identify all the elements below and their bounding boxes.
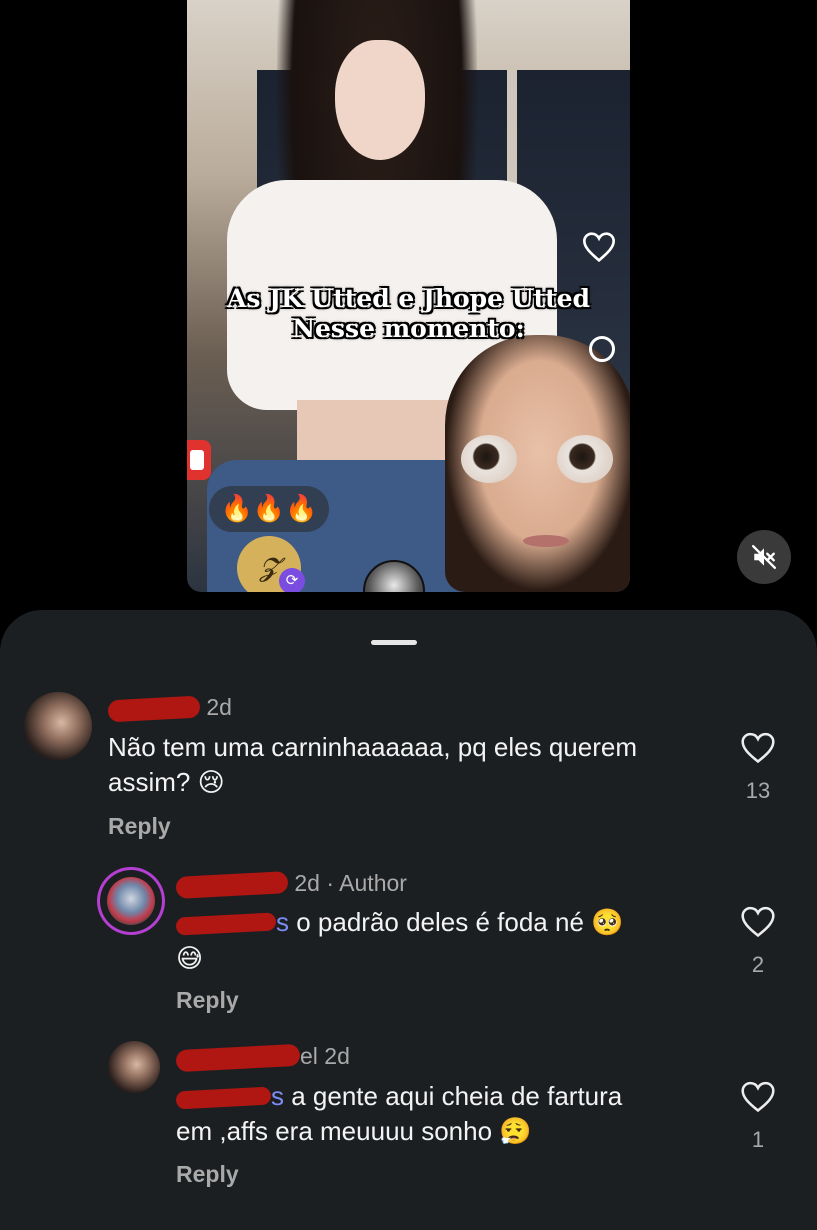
redacted-username (175, 1043, 301, 1073)
heart-icon[interactable] (582, 232, 617, 263)
comment-3-mention-suffix: s (271, 1081, 284, 1111)
reel-caption-line-1: As JK Utted e Jhope Utted (226, 284, 591, 313)
comment-3-reply-button[interactable]: Reply (176, 1161, 239, 1188)
mute-button[interactable] (737, 530, 791, 584)
heart-outline-icon[interactable] (741, 732, 775, 764)
redacted-username (175, 871, 289, 899)
meme-face-overlay (445, 335, 630, 592)
reel-video-preview[interactable]: 🔥🔥🔥 𝓩 ⟳ As JK Utted e Jhope Utted Nesse … (187, 0, 630, 592)
comment-2-mention[interactable]: s (175, 907, 289, 937)
comment-1-text: Não tem uma carninhaaaaaa, pq eles quere… (108, 730, 668, 801)
comment-1-like-count: 13 (745, 778, 771, 803)
comment-1-meta: 2d (107, 694, 232, 723)
comment-2-mention-suffix: s (276, 907, 289, 937)
reel-caption: As JK Utted e Jhope Utted Nesse momento: (187, 284, 630, 344)
comment-2-like[interactable]: 2 (728, 906, 788, 978)
comment-3-text: s a gente aqui cheia de fartura em ,affs… (175, 1079, 716, 1150)
redacted-mention (175, 1086, 272, 1110)
remix-icon: ⟳ (279, 568, 305, 592)
meme-eye-left (461, 435, 517, 483)
comment-3-text-line-1: a gente aqui cheia de fartura (284, 1081, 623, 1111)
fire-reaction-pill: 🔥🔥🔥 (209, 486, 329, 532)
heart-outline-icon[interactable] (741, 906, 775, 938)
video-subject-face (335, 40, 425, 160)
redacted-username (107, 695, 201, 723)
pleading-emoji-icon: 🥺 (591, 908, 624, 938)
search-icon[interactable] (589, 336, 615, 362)
comment-2-reply-button[interactable]: Reply (176, 987, 239, 1014)
reel-caption-line-2: Nesse momento: (292, 314, 525, 343)
speaker-muted-icon (751, 544, 777, 570)
reel-sticker-icon (187, 440, 211, 480)
comment-1-time: 2d (206, 694, 232, 720)
comment-1-text-content: Não tem uma carninhaaaaaa, pq eles quere… (108, 732, 637, 797)
music-disc-label: 𝓩 (259, 552, 279, 583)
crying-emoji-icon: 😢 (197, 768, 225, 798)
comment-2-text-content: o padrão deles é foda né (289, 907, 584, 937)
comment-3-text-line-2: em ,affs era meuuuu sonho (176, 1116, 493, 1146)
comment-2-time: 2d (294, 870, 320, 896)
redacted-mention (175, 912, 277, 936)
comment-2-meta: 2d · Author (175, 870, 407, 899)
comment-3-like-count: 1 (751, 1127, 765, 1152)
comment-1-like[interactable]: 13 (728, 732, 788, 804)
comment-1-reply-button[interactable]: Reply (108, 813, 171, 840)
comment-3-name-suffix: el (300, 1043, 318, 1069)
comment-3-time: 2d (324, 1043, 350, 1069)
comment-3-meta: el 2d (175, 1043, 350, 1073)
comment-2: 2d · Author s o padrão deles é foda né 🥺… (0, 850, 817, 1025)
comment-3-mention[interactable]: s (175, 1081, 284, 1111)
meta-separator: · (326, 870, 335, 896)
comment-1-avatar[interactable] (24, 692, 92, 760)
meme-eye-right (557, 435, 613, 483)
exhaling-emoji-icon: 😮‍💨 (499, 1117, 532, 1147)
comment-2-like-count: 2 (751, 952, 765, 977)
meme-mouth (523, 535, 569, 547)
sweat-smile-emoji-icon: 😅 (176, 944, 204, 974)
heart-outline-icon[interactable] (741, 1081, 775, 1113)
comment-1: 2d Não tem uma carninhaaaaaa, pq eles qu… (0, 610, 817, 850)
comment-2-text: s o padrão deles é foda né 🥺 😅 (175, 905, 716, 977)
comment-2-author-tag: Author (339, 870, 407, 896)
comment-3: el 2d s a gente aqui cheia de fartura em… (0, 1025, 817, 1200)
comments-sheet: 2d Não tem uma carninhaaaaaa, pq eles qu… (0, 610, 817, 1230)
comment-3-like[interactable]: 1 (728, 1081, 788, 1153)
fire-emoji-icon: 🔥🔥🔥 (220, 494, 318, 524)
comment-3-avatar[interactable] (108, 1041, 160, 1093)
comment-2-avatar[interactable] (100, 870, 162, 932)
